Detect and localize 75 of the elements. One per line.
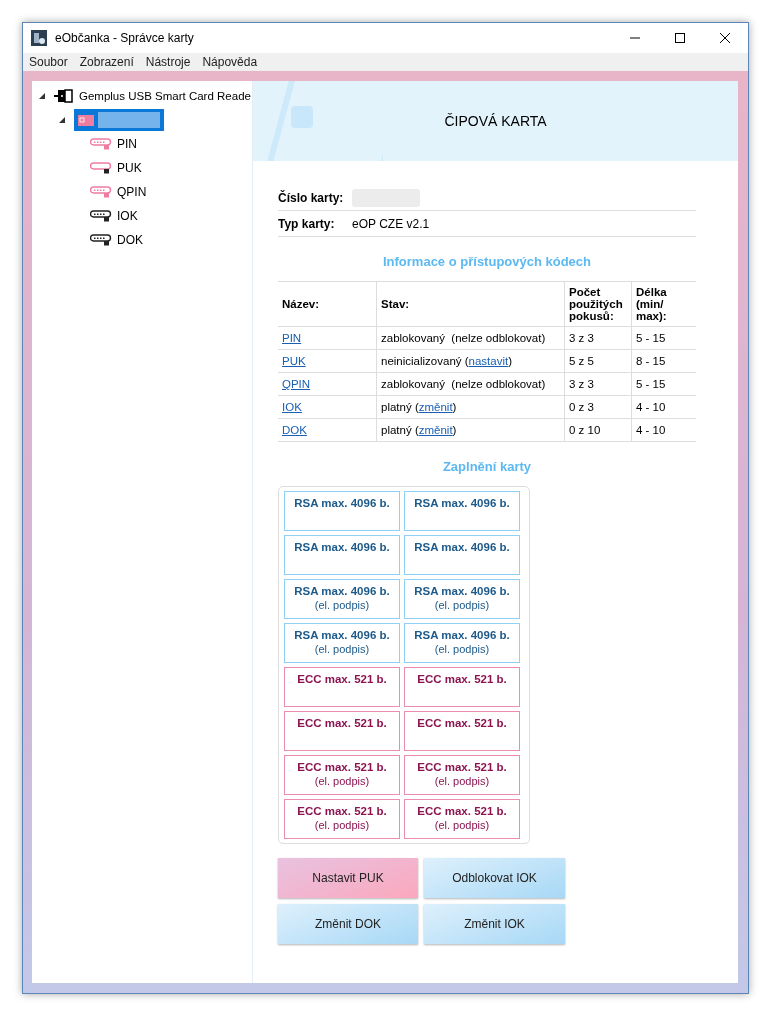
table-cell: 0 z 10: [564, 418, 632, 442]
tree-item[interactable]: PIN: [117, 137, 137, 151]
key-slot: RSA max. 4096 b. (el. podpis): [284, 623, 400, 663]
key-slot: RSA max. 4096 b. (el. podpis): [404, 623, 520, 663]
key-slot: ECC max. 521 b. (el. podpis): [284, 755, 400, 795]
code-link[interactable]: PUK: [278, 349, 377, 373]
action-button[interactable]: Změnit IOK: [424, 904, 565, 944]
menu-item[interactable]: Nástroje: [145, 55, 191, 69]
code-link[interactable]: DOK: [278, 418, 377, 442]
table-cell: 5 - 15: [631, 372, 696, 396]
table-cell: 4 - 10: [631, 395, 696, 419]
table-cell: 3 z 3: [564, 326, 632, 350]
table-cell: 5 - 15: [631, 326, 696, 350]
action-button[interactable]: Odblokovat IOK: [424, 858, 565, 898]
menu-item[interactable]: Zobrazení: [79, 55, 134, 69]
tree-item[interactable]: DOK: [117, 233, 143, 247]
field-label: Typ karty:: [278, 217, 336, 231]
table-cell: 8 - 15: [631, 349, 696, 373]
action-link[interactable]: nastavit: [468, 355, 509, 367]
expand-arrow-icon[interactable]: [58, 116, 66, 124]
page-title: ČIPOVÁ KARTA: [444, 113, 547, 129]
status-text: zablokovaný (nelze odblokovat): [381, 332, 546, 344]
key-slot: ECC max. 521 b. (el. podpis): [284, 799, 400, 839]
key-slot: RSA max. 4096 b. (el. podpis): [284, 579, 400, 619]
menu-item[interactable]: Nápověda: [202, 55, 258, 69]
key-slot: RSA max. 4096 b. (el. podpis): [404, 579, 520, 619]
tree-item[interactable]: Gemplus USB Smart Card Reade: [79, 90, 251, 102]
table-cell: 0 z 3: [564, 395, 632, 419]
key-slot: RSA max. 4096 b.: [404, 491, 520, 531]
blurred-card-name: [98, 112, 160, 128]
key-slot: ECC max. 521 b. (el. podpis): [404, 755, 520, 795]
section-title: Informace o přístupových kódech: [381, 254, 592, 269]
key-slot: ECC max. 521 b.: [404, 667, 520, 707]
menu-item[interactable]: Soubor: [29, 55, 68, 69]
status-text: ): [508, 355, 513, 367]
key-slot: RSA max. 4096 b.: [404, 535, 520, 575]
close-icon[interactable]: [719, 32, 731, 44]
table-cell: 5 z 5: [564, 349, 632, 373]
action-button[interactable]: Změnit DOK: [278, 904, 418, 944]
tree-item[interactable]: PUK: [117, 161, 142, 175]
tree-item[interactable]: QPIN: [117, 185, 147, 199]
column-header: Stav:: [376, 281, 565, 327]
maximize-icon[interactable]: [674, 32, 686, 44]
status-text: neinicializovaný (: [381, 355, 469, 367]
key-slot: ECC max. 521 b. (el. podpis): [404, 799, 520, 839]
app-icon: [31, 30, 47, 46]
status-text: ): [452, 424, 457, 436]
column-header: Název:: [278, 281, 377, 327]
action-link[interactable]: změnit: [418, 401, 453, 413]
key-slot: RSA max. 4096 b.: [284, 535, 400, 575]
table-cell: 3 z 3: [564, 372, 632, 396]
key-slot: RSA max. 4096 b.: [284, 491, 400, 531]
column-header: Délka (min/ max):: [631, 281, 696, 327]
expand-arrow-icon[interactable]: [38, 92, 46, 100]
section-title: Zaplnění karty: [441, 459, 533, 474]
key-slot: ECC max. 521 b.: [284, 667, 400, 707]
window-title: eObčanka - Správce karty: [55, 31, 194, 45]
status-text: zablokovaný (nelze odblokovat): [381, 378, 546, 390]
status-text: ): [452, 401, 457, 413]
column-header: Počet použitých pokusů:: [564, 281, 632, 327]
card-icon: [78, 114, 94, 126]
key-slot: ECC max. 521 b.: [284, 711, 400, 751]
card-reader-icon: [54, 89, 74, 103]
key-slot: ECC max. 521 b.: [404, 711, 520, 751]
table-cell: 4 - 10: [631, 418, 696, 442]
code-link[interactable]: IOK: [278, 395, 377, 419]
action-link[interactable]: změnit: [418, 424, 453, 436]
status-text: platný (: [381, 401, 419, 413]
field-label: Číslo karty:: [278, 191, 340, 205]
tree-item[interactable]: IOK: [117, 209, 138, 223]
field-value: eOP CZE v2.1: [352, 217, 430, 231]
status-text: platný (: [381, 424, 419, 436]
action-button[interactable]: Nastavit PUK: [278, 858, 418, 898]
code-link[interactable]: QPIN: [278, 372, 377, 396]
code-link[interactable]: PIN: [278, 326, 377, 350]
